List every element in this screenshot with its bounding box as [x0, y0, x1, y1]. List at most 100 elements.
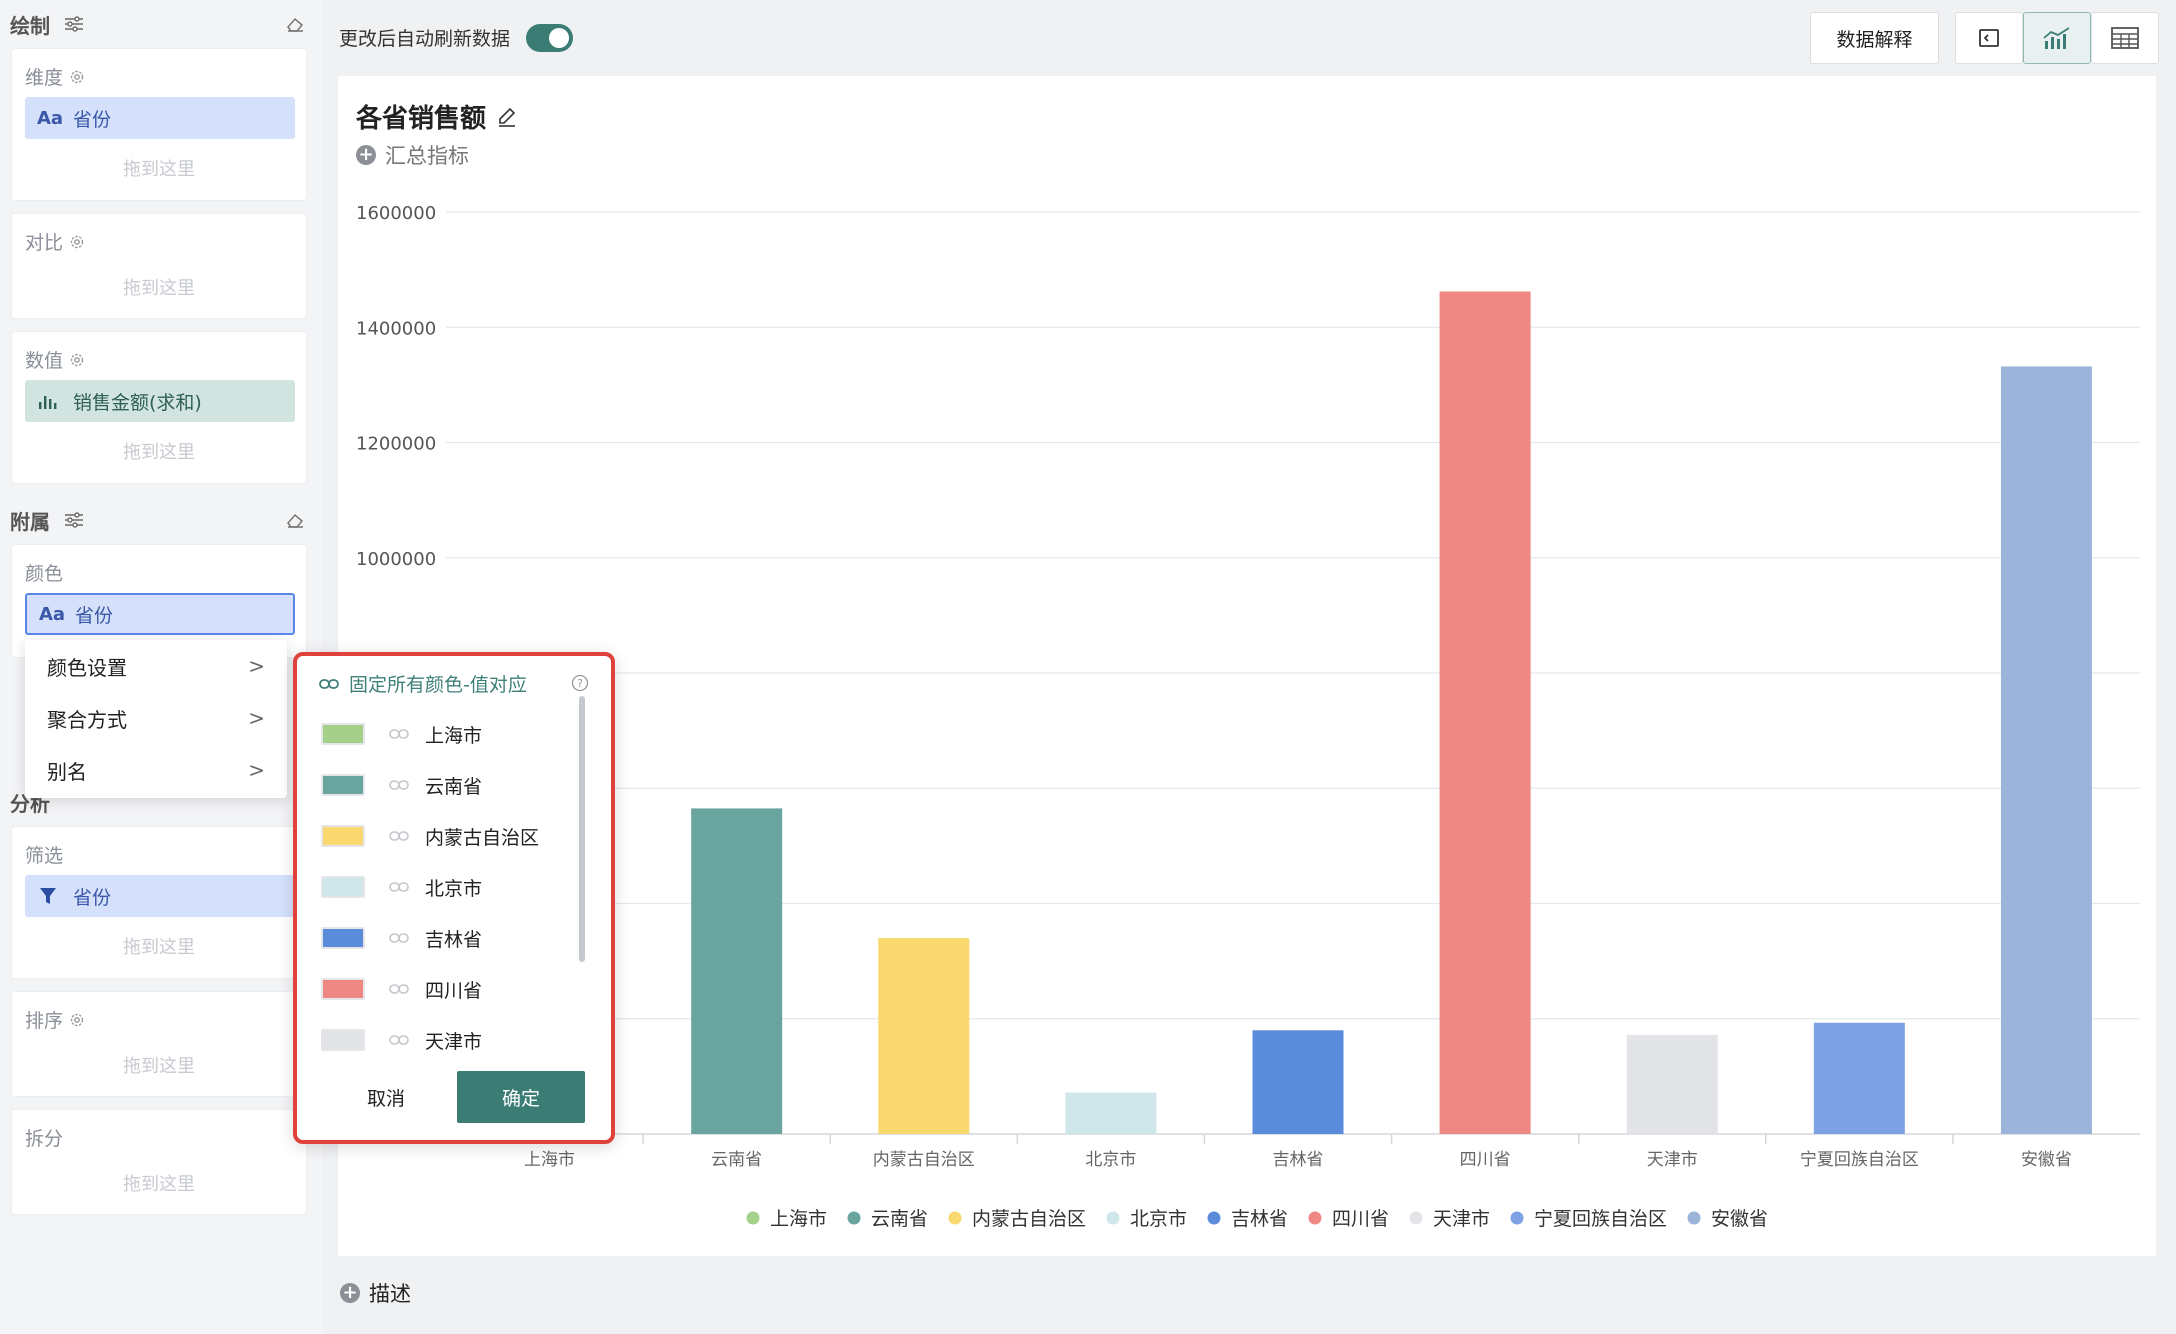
link-icon[interactable] [389, 1033, 409, 1047]
color-mapping-label: 上海市 [425, 724, 483, 747]
link-icon[interactable] [389, 931, 409, 945]
bar[interactable] [878, 938, 970, 1134]
add-description[interactable]: + 描述 [340, 1278, 411, 1308]
legend-marker[interactable] [1207, 1211, 1221, 1225]
bar[interactable] [1439, 291, 1531, 1134]
link-icon[interactable] [389, 880, 409, 894]
dimension-title: 维度 [25, 63, 85, 90]
bar[interactable] [1065, 1092, 1157, 1134]
chevron-right-icon: > [248, 654, 265, 678]
legend-marker[interactable] [1308, 1211, 1322, 1225]
link-icon[interactable] [389, 727, 409, 741]
popup-scrollbar[interactable] [579, 696, 585, 962]
legend-marker[interactable] [1510, 1211, 1524, 1225]
split-card[interactable]: 拆分 拖到这里 [11, 1109, 307, 1215]
svg-text:?: ? [577, 677, 583, 690]
x-tick-label: 宁夏回族自治区 [1800, 1150, 1919, 1170]
dimension-field-pill[interactable]: Aa 省份 [25, 97, 295, 139]
filter-field-pill[interactable]: 省份 [25, 875, 295, 917]
color-swatch[interactable] [321, 1029, 365, 1051]
gear-icon[interactable] [69, 69, 85, 85]
color-mapping-row[interactable]: 云南省 [321, 763, 561, 807]
chevron-right-icon: > [248, 706, 265, 730]
legend-label[interactable]: 上海市 [770, 1208, 827, 1230]
x-tick-label: 吉林省 [1273, 1150, 1324, 1170]
plus-icon: + [340, 1283, 360, 1303]
chart-view-button[interactable] [2023, 12, 2091, 64]
color-swatch[interactable] [321, 927, 365, 949]
auto-refresh-toggle[interactable] [526, 24, 573, 52]
confirm-button[interactable]: 确定 [457, 1071, 585, 1123]
legend-label[interactable]: 四川省 [1332, 1208, 1389, 1230]
color-mapping-row[interactable]: 内蒙古自治区 [321, 814, 561, 858]
color-mapping-row[interactable]: 吉林省 [321, 916, 561, 960]
legend-label[interactable]: 云南省 [871, 1208, 928, 1230]
table-icon [2111, 27, 2139, 49]
bar[interactable] [2000, 366, 2092, 1134]
legend-label[interactable]: 宁夏回族自治区 [1534, 1208, 1667, 1230]
sort-card[interactable]: 排序 拖到这里 [11, 991, 307, 1097]
text-type-icon: Aa [37, 107, 64, 129]
legend-label[interactable]: 安徽省 [1711, 1208, 1768, 1230]
filter-card[interactable]: 筛选 省份 拖到这里 [11, 826, 307, 979]
gear-icon[interactable] [69, 234, 85, 250]
menu-item-aggregation[interactable]: 聚合方式 > [25, 692, 287, 744]
color-settings-popup: 固定所有颜色-值对应 ? 上海市云南省内蒙古自治区 北京市吉林省四川省天津市 取消… [293, 652, 615, 1144]
color-mapping-label: 吉林省 [425, 928, 483, 951]
cancel-button[interactable]: 取消 [341, 1074, 431, 1120]
color-swatch[interactable] [321, 825, 365, 847]
legend-marker[interactable] [1409, 1211, 1423, 1225]
drop-zone-hint: 拖到这里 [123, 937, 195, 958]
menu-item-color-settings[interactable]: 颜色设置 > [25, 640, 287, 692]
legend-label[interactable]: 天津市 [1433, 1208, 1490, 1230]
fix-all-colors-link[interactable]: 固定所有颜色-值对应 [319, 670, 527, 697]
tune-icon[interactable] [64, 16, 84, 32]
eraser-icon[interactable] [286, 512, 304, 528]
color-mapping-row[interactable]: 天津市 [321, 1018, 561, 1062]
bar[interactable] [1813, 1022, 1905, 1134]
data-explain-button[interactable]: 数据解释 [1810, 12, 1939, 64]
split-title: 拆分 [25, 1128, 64, 1150]
legend-marker[interactable] [1687, 1211, 1701, 1225]
help-icon[interactable]: ? [571, 674, 589, 692]
x-tick-label: 北京市 [1085, 1150, 1136, 1170]
code-view-button[interactable] [1955, 12, 2023, 64]
dimension-card[interactable]: 维度 Aa 省份 拖到这里 [11, 48, 307, 201]
attach-section-title: 附属 [10, 509, 50, 534]
compare-card[interactable]: 对比 拖到这里 [11, 213, 307, 319]
color-swatch[interactable] [321, 876, 365, 898]
bar[interactable] [1252, 1030, 1344, 1134]
legend-marker[interactable] [948, 1211, 962, 1225]
link-icon[interactable] [389, 982, 409, 996]
legend-label[interactable]: 吉林省 [1231, 1208, 1288, 1230]
tune-icon[interactable] [64, 512, 84, 528]
eraser-icon[interactable] [286, 16, 304, 32]
color-mapping-row[interactable]: 北京市 [321, 865, 561, 909]
legend-marker[interactable] [847, 1211, 861, 1225]
y-tick-label: 1000000 [356, 549, 436, 570]
link-icon[interactable] [389, 829, 409, 843]
gear-icon[interactable] [69, 1012, 85, 1028]
drop-zone-hint: 拖到这里 [123, 1056, 195, 1077]
menu-item-alias[interactable]: 别名 > [25, 744, 287, 796]
color-field-pill[interactable]: Aa 省份 [25, 593, 295, 635]
bar[interactable] [1626, 1034, 1718, 1134]
filter-field-label: 省份 [73, 886, 112, 909]
legend-label[interactable]: 北京市 [1130, 1208, 1187, 1230]
value-field-pill[interactable]: 销售金额(求和) [25, 380, 295, 422]
table-view-button[interactable] [2091, 12, 2159, 64]
color-mapping-row[interactable]: 四川省 [321, 967, 561, 1011]
gear-icon[interactable] [69, 352, 85, 368]
bar[interactable] [691, 808, 783, 1134]
legend-marker[interactable] [746, 1211, 760, 1225]
color-mapping-row[interactable]: 上海市 [321, 712, 561, 756]
color-swatch[interactable] [321, 723, 365, 745]
color-swatch[interactable] [321, 774, 365, 796]
menu-item-label: 聚合方式 [47, 707, 127, 732]
legend-label[interactable]: 内蒙古自治区 [972, 1208, 1086, 1230]
color-mapping-label: 云南省 [425, 775, 483, 798]
legend-marker[interactable] [1106, 1211, 1120, 1225]
value-card[interactable]: 数值 销售金额(求和) 拖到这里 [11, 331, 307, 484]
link-icon[interactable] [389, 778, 409, 792]
color-swatch[interactable] [321, 978, 365, 1000]
